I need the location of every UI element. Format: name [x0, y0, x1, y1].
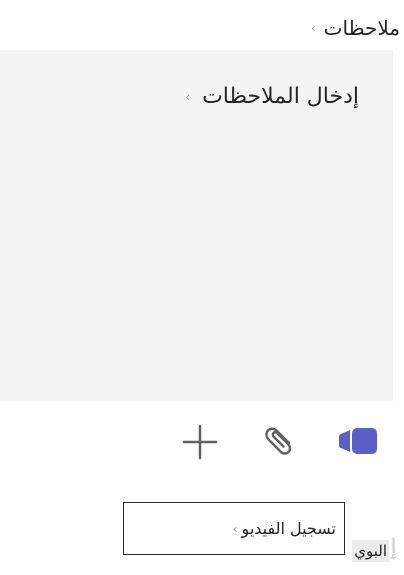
notes-placeholder-row: إدخال الملاحظات ›: [185, 82, 359, 112]
speck-mark: ›: [232, 521, 238, 536]
tooltip-text: تسجيل الفيديو: [241, 519, 336, 538]
speck-mark: ›: [185, 90, 191, 104]
notes-header: ملاحظات ›: [311, 14, 400, 42]
paperclip-icon[interactable]: [261, 420, 301, 460]
video-camera-icon-glyph: [339, 428, 377, 454]
paperclip-icon-glyph: [265, 427, 292, 455]
notes-input-area[interactable]: إدخال الملاحظات ›: [0, 50, 393, 401]
notes-label: ملاحظات: [323, 16, 400, 40]
speck-mark: ›: [310, 21, 316, 35]
plus-icon-glyph: [182, 424, 218, 460]
notes-placeholder: إدخال الملاحظات: [202, 84, 359, 109]
record-video-tooltip: تسجيل الفيديو ›: [123, 502, 345, 555]
faded-glyph: ٳ: [387, 534, 400, 559]
video-camera-icon[interactable]: [337, 424, 379, 458]
plus-icon[interactable]: [180, 422, 220, 462]
truncated-label: البوي: [352, 540, 389, 562]
notes-panel: ملاحظات › إدخال الملاحظات › تسجيل الفيدي…: [0, 0, 404, 575]
